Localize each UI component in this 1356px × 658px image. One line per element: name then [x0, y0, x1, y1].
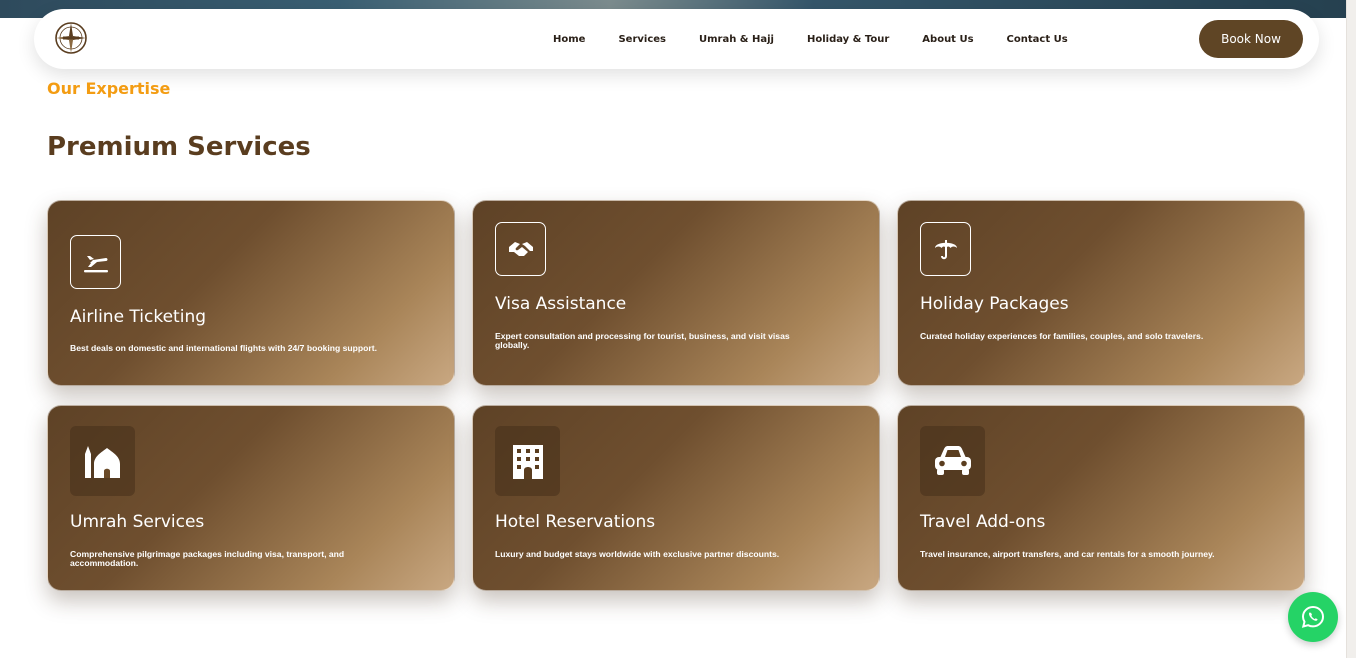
umbrella-icon	[920, 222, 971, 276]
whatsapp-chat-button[interactable]	[1288, 592, 1338, 642]
service-title: Travel Add-ons	[920, 512, 1046, 532]
service-card-umrah[interactable]: Umrah Services Comprehensive pilgrimage …	[47, 405, 455, 591]
service-card-hotel[interactable]: Hotel Reservations Luxury and budget sta…	[472, 405, 880, 591]
service-desc: Comprehensive pilgrimage packages includ…	[70, 549, 345, 568]
service-title: Holiday Packages	[920, 294, 1069, 314]
service-card-holiday[interactable]: Holiday Packages Curated holiday experie…	[897, 200, 1305, 386]
service-title: Umrah Services	[70, 512, 205, 532]
services-grid: Airline Ticketing Best deals on domestic…	[47, 200, 1306, 592]
nav-services[interactable]: Services	[618, 34, 666, 45]
service-desc: Luxury and budget stays worldwide with e…	[495, 549, 780, 559]
mosque-icon	[70, 426, 135, 496]
navbar: Home Services Umrah & Hajj Holiday & Tou…	[34, 9, 1319, 69]
nav-links: Home Services Umrah & Hajj Holiday & Tou…	[553, 9, 1101, 69]
service-desc: Expert consultation and processing for t…	[495, 331, 790, 350]
scrollbar-track[interactable]	[1346, 0, 1356, 658]
section-eyebrow: Our Expertise	[47, 79, 171, 98]
service-card-addons[interactable]: Travel Add-ons Travel insurance, airport…	[897, 405, 1305, 591]
service-desc: Travel insurance, airport transfers, and…	[920, 549, 1215, 559]
nav-about-us[interactable]: About Us	[922, 34, 973, 45]
book-now-button[interactable]: Book Now	[1199, 20, 1303, 58]
handshake-icon	[495, 222, 546, 276]
nav-holiday-tour[interactable]: Holiday & Tour	[807, 34, 889, 45]
service-title: Airline Ticketing	[70, 307, 207, 327]
service-card-visa[interactable]: Visa Assistance Expert consultation and …	[472, 200, 880, 386]
service-desc: Curated holiday experiences for families…	[920, 331, 1204, 341]
service-title: Hotel Reservations	[495, 512, 656, 532]
whatsapp-icon	[1301, 605, 1325, 628]
section-title: Premium Services	[47, 132, 311, 162]
hotel-icon	[495, 426, 560, 496]
nav-umrah-hajj[interactable]: Umrah & Hajj	[699, 34, 774, 45]
car-icon	[920, 426, 985, 496]
nav-home[interactable]: Home	[553, 34, 585, 45]
compass-logo-icon[interactable]	[54, 21, 88, 55]
nav-contact-us[interactable]: Contact Us	[1007, 34, 1068, 45]
service-title: Visa Assistance	[495, 294, 627, 314]
service-card-airline[interactable]: Airline Ticketing Best deals on domestic…	[47, 200, 455, 386]
service-desc: Best deals on domestic and international…	[70, 343, 378, 353]
plane-icon	[70, 235, 121, 289]
